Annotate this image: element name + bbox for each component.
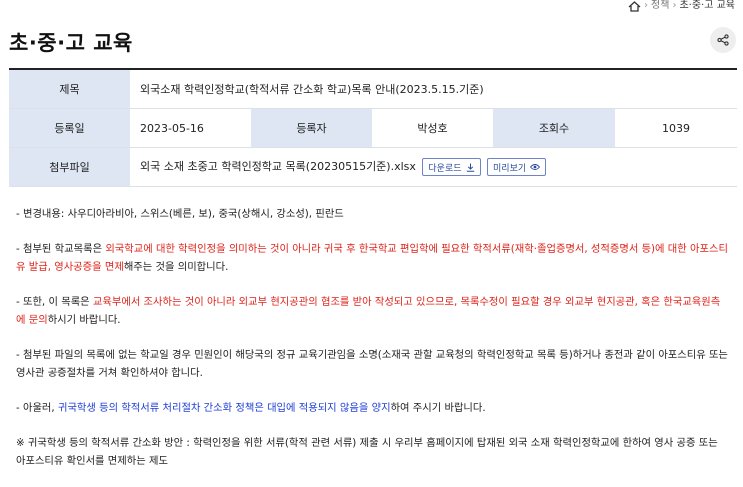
content-paragraph-changes: - 변경내용: 사우디아라비아, 스위스(베른, 보), 중국(상해시, 강소성… — [16, 205, 728, 223]
content-paragraph-note: ※ 귀국학생 등의 학적서류 간소화 방안 : 학력인정을 위한 서류(학적 관… — [16, 434, 728, 470]
post-info-table: 제목 외국소재 학력인정학교(학적서류 간소화 학교)목록 안내(2023.5.… — [9, 68, 738, 187]
post-content: - 변경내용: 사우디아라비아, 스위스(베른, 보), 중국(상해시, 강소성… — [16, 205, 728, 487]
content-text: ※ 귀국학생 등의 학적서류 간소화 방안 : 학력인정을 위한 서류(학적 관… — [16, 437, 718, 467]
content-text: - 첨부된 학교목록은 — [16, 243, 106, 255]
table-row: 등록일 2023-05-16 등록자 박성호 조회수 1039 — [9, 108, 738, 148]
content-highlight-blue: 귀국학생 등의 학적서류 처리절차 간소화 정책은 대입에 적용되지 않음을 양… — [57, 402, 391, 414]
content-text: - 첨부된 파일의 목록에 없는 학교일 경우 민원인이 해당국의 정규 교육기… — [16, 349, 728, 379]
content-paragraph-inquiry: - 또한, 이 목록은 교육부에서 조사하는 것이 아니라 외교부 현지공관의 … — [16, 293, 728, 329]
attachment-filename[interactable]: 외국 소재 초중고 학력인정학교 목록(20230515기준).xlsx — [140, 160, 416, 173]
share-button[interactable] — [710, 27, 736, 53]
date-label: 등록일 — [9, 108, 130, 148]
content-text: - 또한, 이 목록은 — [16, 296, 93, 308]
content-paragraph-unlisted: - 첨부된 파일의 목록에 없는 학교일 경우 민원인이 해당국의 정규 교육기… — [16, 346, 728, 382]
content-text: - 변경내용: 사우디아라비아, 스위스(베른, 보), 중국(상해시, 강소성… — [16, 208, 344, 220]
download-label: 다운로드 — [428, 163, 462, 174]
content-text: 해주는 것을 의미합니다. — [123, 261, 229, 273]
author-label: 등록자 — [251, 108, 372, 148]
content-highlight-red: 외국학교에 대한 학력인정을 의미하는 것이 아니라 귀국 후 한국학교 편입학… — [16, 243, 728, 273]
download-button[interactable]: 다운로드 — [422, 158, 481, 176]
breadcrumb-item-policy[interactable]: 정책 — [651, 0, 669, 12]
breadcrumb-item-current[interactable]: 초·중·고 교육 — [679, 0, 735, 12]
page-title: 초·중·고 교육 — [9, 31, 133, 55]
chevron-right-icon: › — [644, 0, 649, 11]
attachment-cell: 외국 소재 초중고 학력인정학교 목록(20230515기준).xlsx 다운로… — [130, 147, 738, 187]
preview-label: 미리보기 — [493, 163, 527, 174]
content-paragraph-list-meaning: - 첨부된 학교목록은 외국학교에 대한 학력인정을 의미하는 것이 아니라 귀… — [16, 240, 728, 276]
views-value: 1039 — [615, 108, 738, 148]
download-icon — [466, 163, 474, 172]
date-value: 2023-05-16 — [130, 108, 251, 148]
table-row: 첨부파일 외국 소재 초중고 학력인정학교 목록(20230515기준).xls… — [9, 147, 738, 187]
content-text: 하시기 바랍니다. — [47, 314, 121, 326]
content-highlight-red: 교육부에서 조사하는 것이 아니라 외교부 현지공관의 협조를 받아 작성되고 … — [16, 296, 721, 326]
content-text: 하여 주시기 바랍니다. — [390, 402, 486, 414]
home-icon[interactable] — [628, 0, 641, 12]
preview-button[interactable]: 미리보기 — [487, 158, 547, 176]
share-icon — [717, 34, 729, 46]
chevron-right-icon: › — [672, 0, 677, 11]
breadcrumb: › 정책 › 초·중·고 교육 — [628, 0, 735, 12]
content-paragraph-admission: - 아울러, 귀국학생 등의 학적서류 처리절차 간소화 정책은 대입에 적용되… — [16, 399, 728, 417]
content-text: - 아울러, — [16, 402, 58, 414]
table-row: 제목 외국소재 학력인정학교(학적서류 간소화 학교)목록 안내(2023.5.… — [9, 69, 738, 109]
post-title: 외국소재 학력인정학교(학적서류 간소화 학교)목록 안내(2023.5.15.… — [130, 69, 738, 109]
eye-icon — [530, 164, 541, 170]
views-label: 조회수 — [493, 108, 615, 148]
author-value: 박성호 — [372, 108, 493, 148]
title-label: 제목 — [9, 69, 130, 109]
file-label: 첨부파일 — [9, 147, 130, 187]
